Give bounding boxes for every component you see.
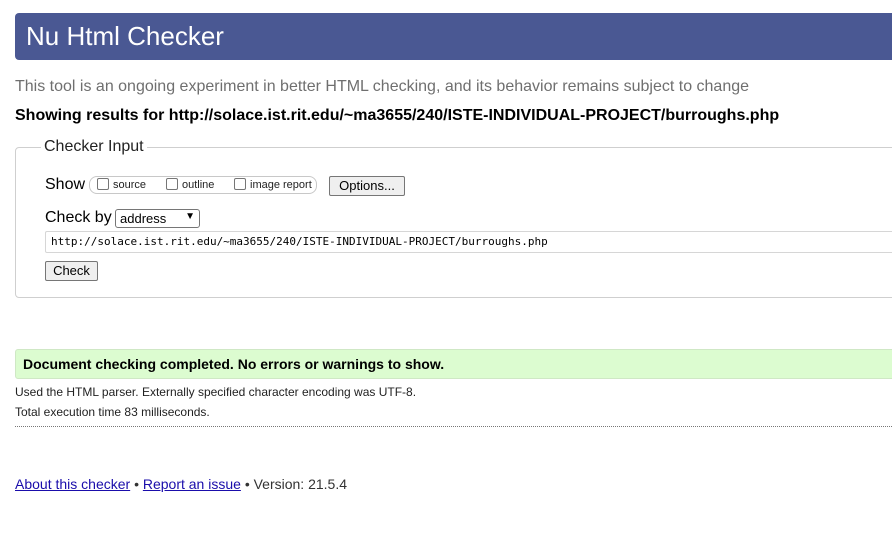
check-by-select-value: address xyxy=(120,211,167,226)
show-label: Show xyxy=(45,176,86,193)
source-checkbox[interactable] xyxy=(97,178,109,190)
options-button[interactable]: Options... xyxy=(329,176,405,196)
checker-input-legend: Checker Input xyxy=(41,138,147,156)
success-message-box: Document checking completed. No errors o… xyxy=(15,349,892,379)
image-report-checkbox-label[interactable]: image report xyxy=(250,179,312,191)
header-banner: Nu Html Checker xyxy=(15,13,892,60)
tool-description: This tool is an ongoing experiment in be… xyxy=(15,78,750,95)
chevron-down-icon: ▼ xyxy=(185,211,195,222)
results-heading: Showing results for http://solace.ist.ri… xyxy=(15,107,780,124)
parser-info: Used the HTML parser. Externally specifi… xyxy=(15,385,417,399)
url-input[interactable]: http://solace.ist.rit.edu/~ma3655/240/IS… xyxy=(45,231,892,253)
source-checkbox-label[interactable]: source xyxy=(113,179,146,191)
version-text: Version: 21.5.4 xyxy=(253,476,348,492)
execution-time: Total execution time 83 milliseconds. xyxy=(15,405,210,419)
footer-separator: • xyxy=(244,476,250,492)
about-link[interactable]: About this checker xyxy=(15,476,130,492)
show-options-group: source outline image report xyxy=(89,176,317,194)
page-title: Nu Html Checker xyxy=(26,21,224,51)
checker-input-fieldset: Checker Input Show source outline image … xyxy=(15,138,892,298)
page: Nu Html Checker This tool is an ongoing … xyxy=(0,0,892,540)
check-by-label: Check by xyxy=(45,209,112,226)
divider xyxy=(15,426,892,427)
check-by-select[interactable]: address ▼ xyxy=(115,209,200,228)
outline-checkbox[interactable] xyxy=(166,178,178,190)
check-button[interactable]: Check xyxy=(45,261,98,281)
report-issue-link[interactable]: Report an issue xyxy=(143,476,241,492)
success-message: Document checking completed. No errors o… xyxy=(23,356,445,372)
image-report-checkbox[interactable] xyxy=(234,178,246,190)
footer-separator: • xyxy=(134,476,139,492)
footer: About this checker • Report an issue • V… xyxy=(15,476,347,492)
outline-checkbox-label[interactable]: outline xyxy=(182,179,214,191)
